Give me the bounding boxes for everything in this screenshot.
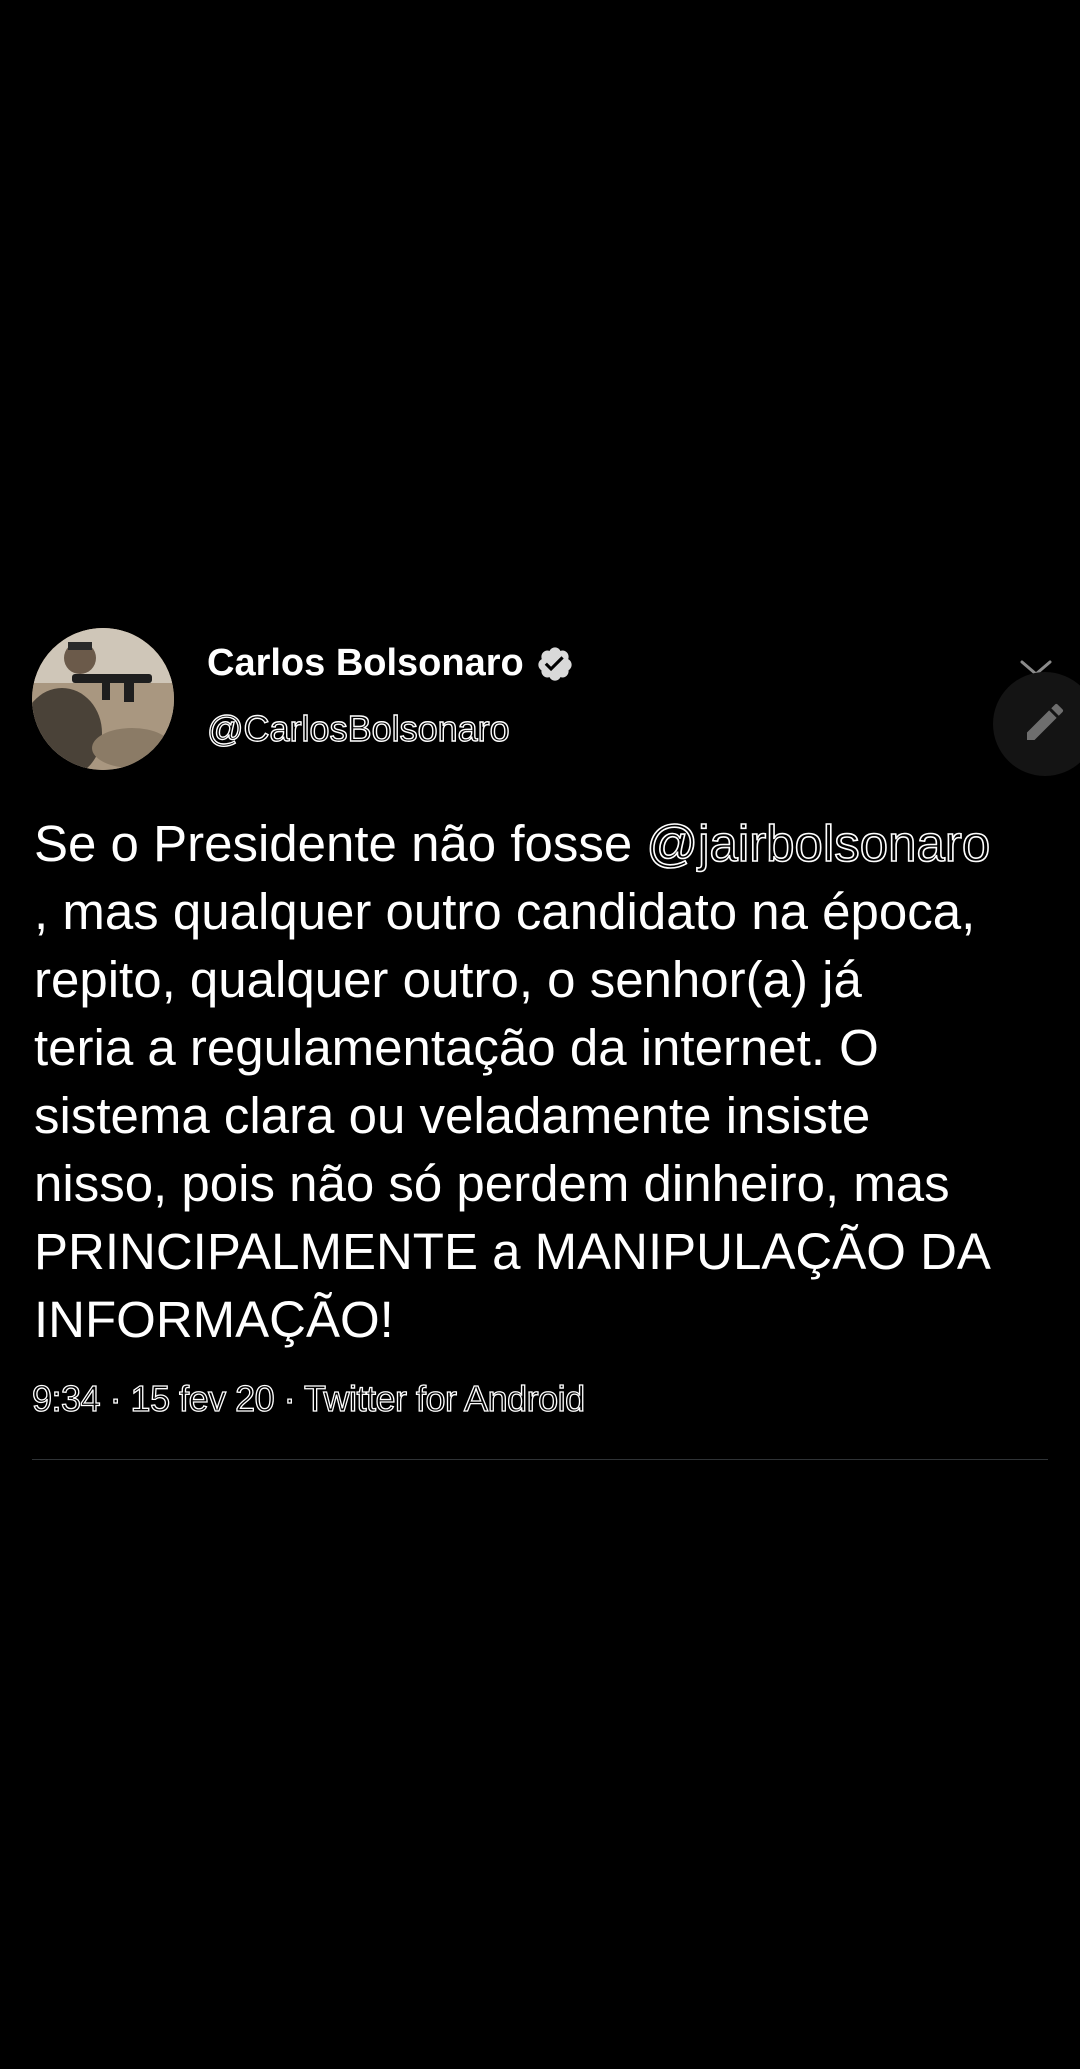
tweet-text-line: nisso, pois não só perdem dinheiro, mas [34,1155,950,1212]
tweet-text-line: INFORMAÇÃO! [34,1291,394,1348]
tweet-timestamp-source[interactable]: 9:34 · 15 fev 20 · Twitter for Android [31,1377,585,1420]
tweet-text-line: , mas qualquer outro candidato na época, [34,883,976,940]
tweet-text-line: sistema clara ou veladamente insiste [34,1087,871,1144]
tweet-text-line: PRINCIPALMENTE a MANIPULAÇÃO DA [34,1223,991,1280]
tweet-text-segment: Se o Presidente não fosse [34,815,647,872]
verified-badge-icon [536,645,574,683]
tweet-text-line: teria a regulamentação da internet. O [34,1019,879,1076]
author-handle[interactable]: @CarlosBolsonaro [206,707,510,750]
author-name[interactable]: Carlos Bolsonaro [207,642,524,685]
author-name-row[interactable]: Carlos Bolsonaro [207,642,574,685]
avatar-photo [32,628,174,770]
mention-link[interactable]: @jairbolsonaro [646,814,991,873]
avatar[interactable] [32,628,174,770]
tweet-text: Se o Presidente não fosse @jairbolsonaro… [34,810,1054,1354]
tweet-text-line: Se o Presidente não fosse @jairbolsonaro [34,810,1054,878]
tweet-text-line: repito, qualquer outro, o senhor(a) já [34,951,862,1008]
pencil-icon [1021,698,1069,751]
compose-button[interactable] [993,672,1080,776]
divider [32,1459,1048,1460]
